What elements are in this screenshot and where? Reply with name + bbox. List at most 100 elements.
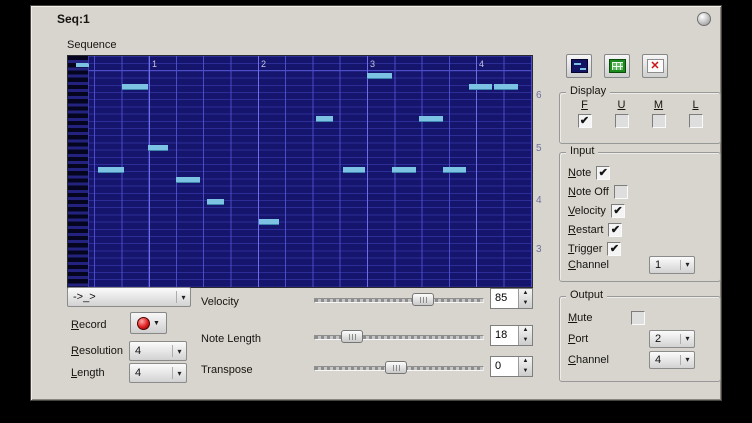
note[interactable] <box>469 84 492 90</box>
note-length-spin-down-icon[interactable]: ▼ <box>519 336 532 346</box>
record-icon <box>137 317 150 330</box>
display-col-label: M <box>654 99 663 111</box>
output-group-title: Output <box>566 289 607 301</box>
note-length-slider-handle[interactable] <box>341 330 363 343</box>
length-select[interactable]: 4 ▾ <box>129 363 187 383</box>
pattern-select-value: ->_> <box>68 291 176 303</box>
note-length-spin-up-icon[interactable]: ▲ <box>519 326 532 336</box>
measure-number: 3 <box>370 59 375 69</box>
display-checkbox-f[interactable]: ✔ <box>578 114 592 128</box>
velocity-slider-track[interactable] <box>314 298 484 303</box>
note-length-value: 18 <box>491 326 518 345</box>
window-title: Seq:1 <box>57 12 90 26</box>
display-col-label: U <box>618 99 626 111</box>
note[interactable] <box>259 219 279 225</box>
transpose-slider[interactable] <box>314 361 484 375</box>
octave-label: 4 <box>536 195 542 206</box>
output-channel-value: 4 <box>650 354 680 366</box>
input-checkbox-restart[interactable]: ✔ <box>608 223 622 237</box>
port-label: Port <box>568 333 644 345</box>
resolution-select[interactable]: 4 ▾ <box>129 341 187 361</box>
output-channel-select[interactable]: 4 ▾ <box>649 351 695 369</box>
input-checkbox-note[interactable]: ✔ <box>596 166 610 180</box>
matrix-icon <box>609 59 626 73</box>
chevron-down-icon: ▾ <box>681 355 694 364</box>
velocity-value: 85 <box>491 289 518 308</box>
note-length-spinbox[interactable]: 18 ▲ ▼ <box>490 325 533 346</box>
note[interactable] <box>392 167 416 173</box>
velocity-slider-handle[interactable] <box>412 293 434 306</box>
input-checkbox-note-off[interactable] <box>614 185 628 199</box>
note[interactable] <box>98 167 124 173</box>
note[interactable] <box>176 177 200 183</box>
port-row: Port 2 ▾ <box>560 328 720 349</box>
note[interactable] <box>316 116 333 122</box>
input-group: Input Note✔Note OffVelocity✔Restart✔Trig… <box>559 152 721 282</box>
input-check-row: Note ✔ <box>560 163 720 182</box>
velocity-spinbox[interactable]: 85 ▲ ▼ <box>490 288 533 309</box>
display-checkbox-m[interactable] <box>652 114 666 128</box>
chevron-down-icon: ▾ <box>681 260 694 269</box>
note[interactable] <box>207 199 224 205</box>
input-checks: Note✔Note OffVelocity✔Restart✔Trigger✔ <box>560 163 720 258</box>
pattern-select[interactable]: ->_> ▾ <box>67 287 191 307</box>
red-x-icon: ✕ <box>647 59 664 73</box>
input-check-row: Velocity ✔ <box>560 201 720 220</box>
input-check-label: Restart <box>568 224 603 236</box>
note-grid[interactable]: 1234 <box>88 56 532 287</box>
octave-labels: 6543 <box>536 55 550 288</box>
transpose-slider-handle[interactable] <box>385 361 407 374</box>
velocity-slider[interactable] <box>314 293 484 307</box>
chevron-down-icon: ▾ <box>177 293 190 302</box>
note[interactable] <box>494 84 518 90</box>
display-col-label: L <box>692 99 698 111</box>
input-check-label: Note Off <box>568 186 609 198</box>
transpose-spin-down-icon[interactable]: ▼ <box>519 367 532 377</box>
input-channel-label: Channel <box>568 259 644 271</box>
note-length-label: Note Length <box>201 333 261 345</box>
note[interactable] <box>148 145 168 151</box>
delete-button[interactable]: ✕ <box>642 54 668 78</box>
input-check-label: Note <box>568 167 591 179</box>
display-col-label: F <box>581 99 588 111</box>
note[interactable] <box>419 116 443 122</box>
note[interactable] <box>443 167 466 173</box>
input-channel-select[interactable]: 1 ▾ <box>649 256 695 274</box>
piano-key-strip <box>68 56 89 287</box>
transpose-spin-up-icon[interactable]: ▲ <box>519 357 532 367</box>
length-label: Length <box>71 367 105 379</box>
note-length-slider[interactable] <box>314 330 484 344</box>
velocity-spin-up-icon[interactable]: ▲ <box>519 289 532 299</box>
velocity-spin-down-icon[interactable]: ▼ <box>519 299 532 309</box>
display-group-title: Display <box>566 85 610 97</box>
octave-label: 6 <box>536 90 542 101</box>
mute-row: Mute <box>560 307 720 328</box>
window-menu-button[interactable] <box>697 12 711 26</box>
measure-line <box>258 56 259 287</box>
output-group: Output Mute Port 2 ▾ Channel 4 ▾ <box>559 296 721 382</box>
matrix-button[interactable] <box>604 54 630 78</box>
display-checkbox-l[interactable] <box>689 114 703 128</box>
note[interactable] <box>367 73 392 79</box>
input-check-row: Note Off <box>560 182 720 201</box>
titlebar[interactable]: Seq:1 <box>33 8 719 30</box>
input-check-label: Velocity <box>568 205 606 217</box>
display-checkbox-u[interactable] <box>615 114 629 128</box>
port-select[interactable]: 2 ▾ <box>649 330 695 348</box>
note[interactable] <box>122 84 148 90</box>
measure-line <box>149 56 150 287</box>
piano-roll-button[interactable] <box>566 54 592 78</box>
input-check-label: Trigger <box>568 243 602 255</box>
piano-roll-icon <box>571 59 588 73</box>
mute-checkbox[interactable] <box>631 311 645 325</box>
transpose-value: 0 <box>491 357 518 376</box>
output-channel-row: Channel 4 ▾ <box>560 349 720 370</box>
note[interactable] <box>343 167 365 173</box>
sequence-section-label: Sequence <box>67 39 117 51</box>
transpose-spinbox[interactable]: 0 ▲ ▼ <box>490 356 533 377</box>
measure-number: 2 <box>261 59 266 69</box>
record-button[interactable]: ▼ <box>130 312 167 334</box>
note-length-slider-track[interactable] <box>314 335 484 340</box>
output-channel-label: Channel <box>568 354 644 366</box>
input-checkbox-velocity[interactable]: ✔ <box>611 204 625 218</box>
